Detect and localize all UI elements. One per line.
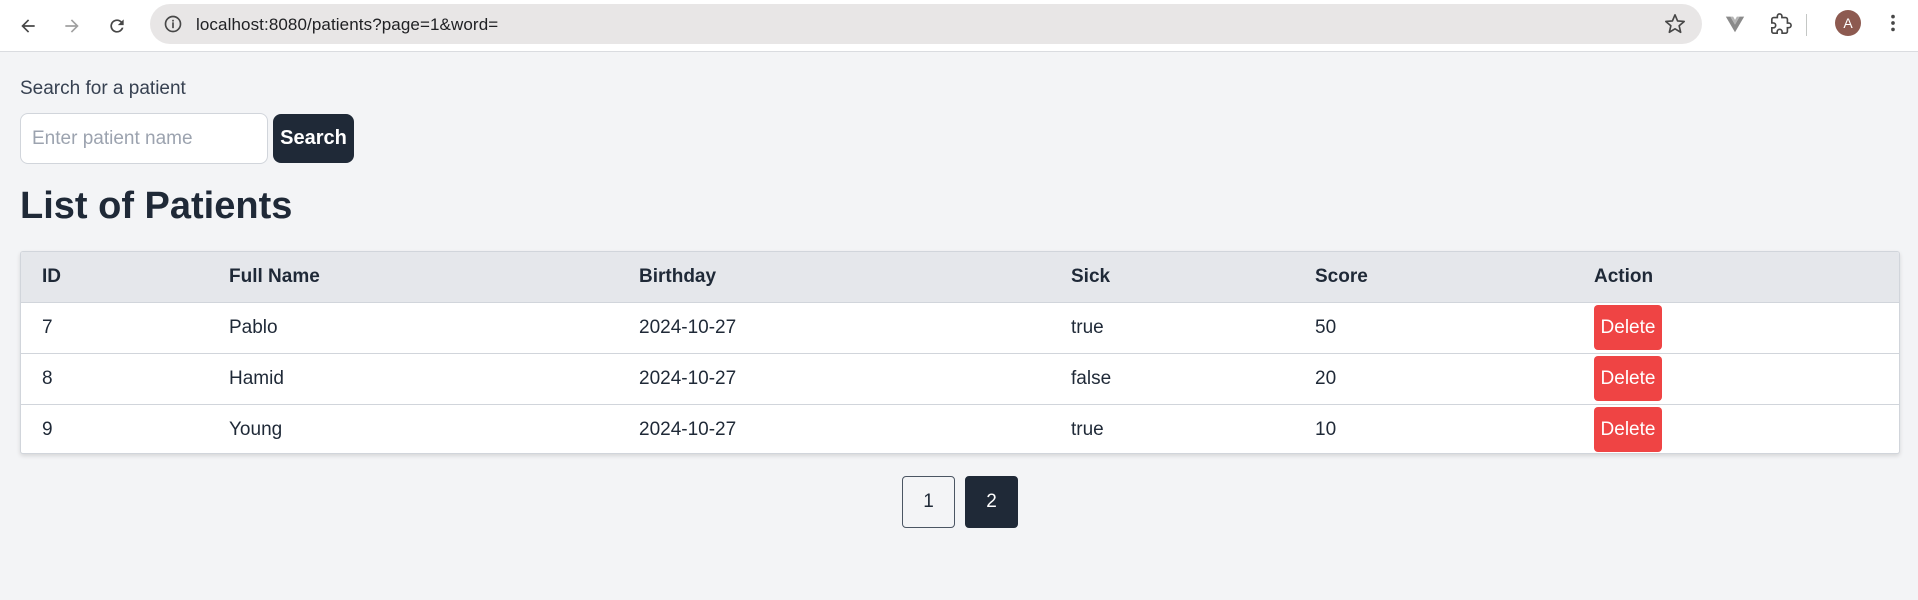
pagination: 1 2 [902, 476, 1018, 528]
cell-id: 7 [42, 316, 53, 338]
cell-score: 50 [1315, 316, 1337, 338]
cell-sick: true [1071, 316, 1104, 338]
cell-id: 9 [42, 418, 53, 440]
cell-full-name: Hamid [229, 367, 284, 389]
extensions-puzzle-icon[interactable] [1768, 11, 1794, 37]
delete-button[interactable]: Delete [1594, 356, 1662, 401]
delete-button[interactable]: Delete [1594, 407, 1662, 453]
table-row: 7 Pablo 2024-10-27 true 50 Delete [21, 302, 1899, 353]
cell-birthday: 2024-10-27 [639, 316, 737, 338]
delete-button[interactable]: Delete [1594, 305, 1662, 350]
table-row: 8 Hamid 2024-10-27 false 20 Delete [21, 353, 1899, 404]
cell-id: 8 [42, 367, 53, 389]
reload-icon[interactable] [99, 8, 135, 44]
cell-action: Delete [1573, 302, 1899, 353]
cell-sick: false [1071, 367, 1112, 389]
search-button[interactable]: Search [273, 114, 354, 163]
back-arrow-icon[interactable] [10, 8, 46, 44]
search-input[interactable] [20, 113, 268, 164]
forward-arrow-icon[interactable] [54, 8, 90, 44]
page-button-2[interactable]: 2 [965, 476, 1018, 528]
cell-score: 10 [1315, 418, 1337, 440]
url-text[interactable]: localhost:8080/patients?page=1&word= [196, 15, 498, 35]
column-header-full-name: Full Name [229, 265, 320, 287]
more-menu-icon[interactable] [1880, 10, 1906, 36]
cell-full-name: Young [229, 418, 283, 440]
cell-action: Delete [1573, 353, 1899, 404]
browser-toolbar: localhost:8080/patients?page=1&word= A [0, 0, 1918, 52]
cell-full-name: Pablo [229, 316, 278, 338]
cell-score: 20 [1315, 367, 1337, 389]
column-header-id: ID [42, 265, 61, 287]
search-label: Search for a patient [20, 78, 186, 99]
vue-devtools-icon[interactable] [1722, 11, 1748, 37]
cell-sick: true [1071, 418, 1104, 440]
table-header-row: ID Full Name Birthday Sick Score Action [21, 252, 1899, 302]
column-header-score: Score [1315, 265, 1368, 287]
cell-action: Delete [1573, 404, 1899, 453]
table-row: 9 Young 2024-10-27 true 10 Delete [21, 404, 1899, 453]
patients-table: ID Full Name Birthday Sick Score Action … [20, 251, 1900, 454]
column-header-sick: Sick [1071, 265, 1111, 287]
page-button-1[interactable]: 1 [902, 476, 955, 528]
site-info-icon[interactable] [160, 11, 186, 37]
column-header-birthday: Birthday [639, 265, 717, 287]
bookmark-star-icon[interactable] [1664, 13, 1686, 35]
column-header-action: Action [1594, 265, 1654, 287]
cell-birthday: 2024-10-27 [639, 367, 737, 389]
page-title: List of Patients [20, 185, 293, 227]
address-bar[interactable]: localhost:8080/patients?page=1&word= [150, 4, 1702, 44]
cell-birthday: 2024-10-27 [639, 418, 737, 440]
profile-avatar[interactable]: A [1835, 10, 1861, 36]
toolbar-divider [1806, 14, 1807, 36]
page-content: Search for a patient Search List of Pati… [0, 53, 1918, 600]
